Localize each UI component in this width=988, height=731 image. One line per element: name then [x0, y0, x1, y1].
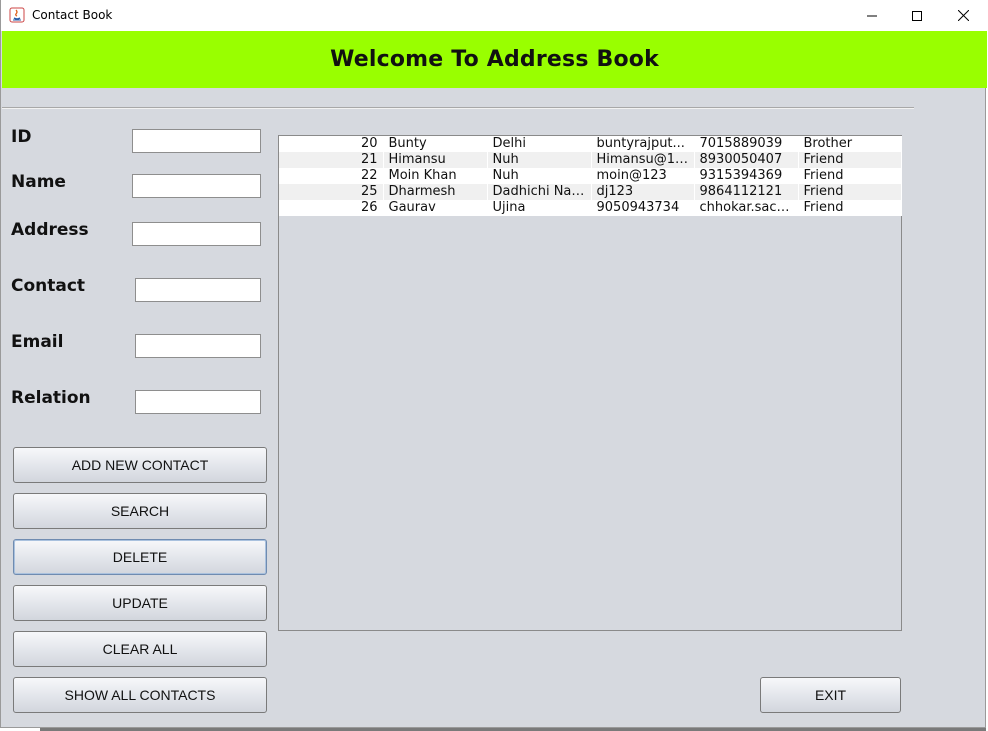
exit-button[interactable]: EXIT: [760, 677, 901, 713]
email-label: Email: [11, 332, 64, 352]
close-button[interactable]: [940, 0, 986, 31]
title-bar: Contact Book: [1, 0, 987, 31]
table-cell: Bunty: [383, 136, 488, 152]
table-cell: 9864112121: [694, 184, 799, 200]
email-field[interactable]: [135, 334, 261, 358]
minimize-icon: [867, 15, 877, 16]
table-cell: Gaurav: [383, 200, 488, 216]
relation-field[interactable]: [135, 390, 261, 414]
relation-label: Relation: [11, 388, 91, 408]
maximize-icon: [912, 10, 922, 21]
table-cell: 9050943734: [591, 200, 695, 216]
id-field[interactable]: [132, 129, 261, 153]
java-app-icon: [9, 7, 25, 23]
table-cell: Friend: [798, 168, 902, 184]
table-row[interactable]: 25 Dharmesh Dadhichi Nagar dj123 9864112121 F…: [279, 184, 902, 200]
table-cell: Ujina: [487, 200, 592, 216]
banner-title: Welcome To Address Book: [330, 47, 659, 72]
search-button[interactable]: SEARCH: [13, 493, 267, 529]
table-cell: 7015889039: [694, 136, 799, 152]
name-label: Name: [11, 172, 66, 192]
delete-button[interactable]: DELETE: [13, 539, 267, 575]
table-cell: Moin Khan: [383, 168, 488, 184]
table-cell: 20: [279, 136, 384, 152]
table-cell: 9315394369: [694, 168, 799, 184]
show-all-contacts-button[interactable]: SHOW ALL CONTACTS: [13, 677, 267, 713]
table-cell: Delhi: [487, 136, 592, 152]
table-cell: 21: [279, 152, 384, 168]
table-cell: dj123: [591, 184, 695, 200]
contact-label: Contact: [11, 276, 86, 296]
id-label: ID: [11, 127, 32, 147]
table-cell: Dadhichi Nagar: [487, 184, 592, 200]
separator-highlight: [2, 108, 914, 109]
welcome-banner: Welcome To Address Book: [2, 31, 987, 88]
table-cell: Nuh: [487, 168, 592, 184]
close-icon: [957, 10, 969, 21]
address-field[interactable]: [132, 222, 261, 246]
table-cell: Brother: [798, 136, 902, 152]
table-row[interactable]: 20 Bunty Delhi buntyrajput... 7015889039 Brot…: [279, 136, 902, 152]
contacts-table-grid: 20 Bunty Delhi buntyrajput... 7015889039 Brot…: [279, 136, 902, 216]
table-cell: Himansu@123: [591, 152, 695, 168]
minimize-button[interactable]: [849, 0, 895, 31]
table-cell: 8930050407: [694, 152, 799, 168]
table-cell: Dharmesh: [383, 184, 488, 200]
address-label: Address: [11, 220, 89, 240]
table-cell: 22: [279, 168, 384, 184]
update-button[interactable]: UPDATE: [13, 585, 267, 621]
table-cell: Nuh: [487, 152, 592, 168]
table-cell: Friend: [798, 200, 902, 216]
contacts-table[interactable]: 20 Bunty Delhi buntyrajput... 7015889039 Brot…: [278, 135, 902, 631]
table-cell: 26: [279, 200, 384, 216]
name-field[interactable]: [132, 174, 261, 198]
table-cell: chhokar.sach...: [694, 200, 799, 216]
table-row[interactable]: 22 Moin Khan Nuh moin@123 9315394369 Friend: [279, 168, 902, 184]
contact-field[interactable]: [135, 278, 261, 302]
table-cell: moin@123: [591, 168, 695, 184]
add-new-contact-button[interactable]: ADD NEW CONTACT: [13, 447, 267, 483]
table-cell: Friend: [798, 152, 902, 168]
table-row[interactable]: 21 Himansu Nuh Himansu@123 8930050407 Friend: [279, 152, 902, 168]
window-title: Contact Book: [32, 8, 113, 22]
maximize-button[interactable]: [894, 0, 940, 31]
clear-all-button[interactable]: CLEAR ALL: [13, 631, 267, 667]
table-cell: Himansu: [383, 152, 488, 168]
table-row[interactable]: 26 Gaurav Ujina 9050943734 chhokar.sach... Fr…: [279, 200, 902, 216]
table-cell: Friend: [798, 184, 902, 200]
contact-book-window: Contact Book Welcome To Address Book ID …: [0, 0, 987, 728]
table-cell: 25: [279, 184, 384, 200]
table-cell: buntyrajput...: [591, 136, 695, 152]
